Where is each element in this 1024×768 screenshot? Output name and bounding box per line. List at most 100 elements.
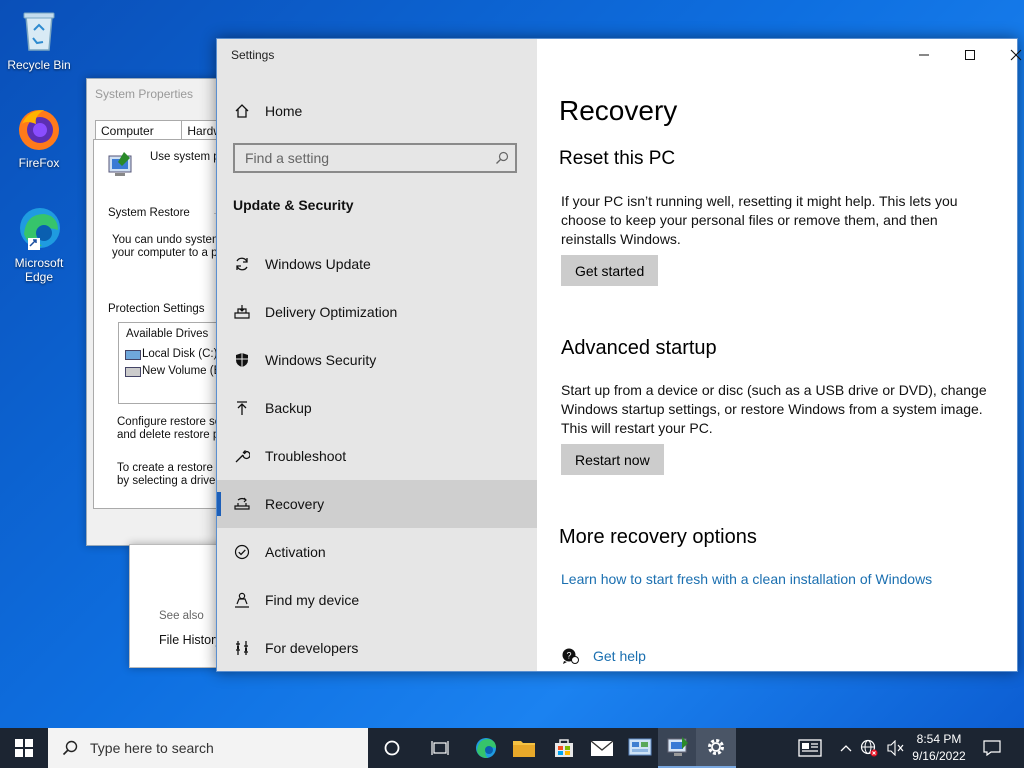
news-and-interests-button[interactable] [790,728,830,768]
desktop-icon-edge[interactable]: Microsoft Edge [1,206,77,284]
window-title: Settings [231,48,275,62]
reset-description: If your PC isn’t running well, resetting… [561,192,1001,249]
drive-icon [125,350,141,360]
firefox-icon [16,106,62,152]
nav-windows-security[interactable]: Windows Security [217,336,537,384]
nav-home-label: Home [265,103,303,119]
edge-icon [16,206,62,252]
desktop-icon-firefox[interactable]: FireFox [1,106,77,170]
more-recovery-options-heading: More recovery options [559,526,757,548]
system-protection-icon [106,150,136,180]
taskbar-search-box[interactable]: Type here to search [48,728,368,768]
undo-text-line2: your computer to a pre [112,247,228,259]
drive-c-label[interactable]: Local Disk (C:) ( [142,348,224,360]
minimize-button[interactable] [901,39,947,71]
configure-text-line2: and delete restore po [117,429,226,441]
available-drives-header: Available Drives [126,328,209,340]
task-view-button[interactable] [420,728,460,768]
recovery-content-pane: Recovery Reset this PC If your PC isn’t … [537,39,1022,671]
find-setting-search-box[interactable]: Find a setting [233,143,517,173]
help-chat-icon: ? [561,647,579,665]
taskbar-control-panel[interactable] [620,728,660,768]
start-button[interactable] [4,728,44,768]
minimize-icon [919,54,929,56]
nav-delivery-optimization[interactable]: Delivery Optimization [217,288,537,336]
desktop-icon-recycle-bin[interactable]: Recycle Bin [1,8,77,72]
system-restore-heading: System Restore [108,207,190,219]
taskbar-edge[interactable] [466,728,506,768]
cortana-button[interactable] [372,728,412,768]
nav-find-my-device[interactable]: Find my device [217,576,537,624]
maximize-button[interactable] [947,39,993,71]
get-help-link[interactable]: ? Get help [561,647,646,665]
mail-envelope-icon [590,740,614,756]
file-history-link[interactable]: File History [159,633,222,647]
nav-item-label: Delivery Optimization [265,304,398,320]
search-placeholder: Find a setting [245,150,330,166]
taskbar-file-explorer[interactable] [504,728,544,768]
nav-activation[interactable]: Activation [217,528,537,576]
get-started-button[interactable]: Get started [561,255,659,286]
reset-this-pc-heading: Reset this PC [559,148,676,169]
checkmark-circle-icon [233,543,251,561]
advanced-description-line2: Windows startup settings, or restore Win… [561,401,983,417]
window-title: System Properties [95,87,194,101]
nav-item-label: Troubleshoot [265,448,347,464]
taskbar-system-properties[interactable] [658,728,698,768]
get-help-label: Get help [593,648,646,664]
recycle-bin-icon [16,8,62,54]
advanced-description-line1: Start up from a device or disc (such as … [561,382,987,398]
clock-date: 9/16/2022 [912,749,966,763]
backup-arrow-icon [233,399,251,417]
nav-windows-update[interactable]: Windows Update [217,240,537,288]
taskbar-store[interactable] [544,728,584,768]
shield-icon [233,351,251,369]
system-properties-window[interactable]: System Properties Computer Name Hardw Us… [86,78,244,546]
taskbar-search-placeholder: Type here to search [90,740,214,756]
close-button[interactable] [993,39,1024,71]
action-center-button[interactable] [972,728,1012,768]
create-text-line2: by selecting a drive a [117,475,226,487]
drive-e-label[interactable]: New Volume (E [142,365,221,377]
cortana-circle-icon [384,740,400,756]
protection-settings-heading: Protection Settings [108,303,205,315]
reset-description-line1: If your PC isn’t running well, resetting… [561,193,958,209]
desktop-icon-label: FireFox [18,156,60,170]
see-also-label: See also [159,610,204,622]
maximize-icon [965,50,975,60]
recovery-icon [233,495,251,513]
network-globe-icon [860,739,878,757]
nav-item-label: Find my device [265,592,360,608]
desktop-icon-label: Recycle Bin [7,58,71,72]
notification-icon [983,740,1001,756]
nav-for-developers[interactable]: For developers [217,624,537,672]
restart-now-button[interactable]: Restart now [561,444,664,475]
network-button[interactable] [852,728,886,768]
nav-home[interactable]: Home [217,87,537,135]
edge-icon [476,738,496,758]
clock-time: 8:54 PM [916,732,962,746]
section-heading: Update & Security [233,197,354,213]
search-icon [62,740,78,756]
search-icon[interactable] [495,151,509,165]
folder-icon [513,741,535,757]
developer-tools-icon [233,639,251,657]
nav-recovery[interactable]: Recovery [217,480,537,528]
settings-window: Settings Home Find a setting Update & Se… [216,38,1022,672]
clock[interactable]: 8:54 PM 9/16/2022 [906,731,972,765]
taskbar: Type here to search 8:54 PM 9/16/2022 [0,728,1024,768]
undo-text-line1: You can undo system [112,234,222,246]
settings-navigation-pane: Settings Home Find a setting Update & Se… [217,39,537,671]
windows-logo-icon [15,739,33,757]
reset-description-line2: choose to keep your personal files or re… [561,212,938,228]
svg-text:?: ? [566,651,571,661]
taskbar-mail[interactable] [582,728,622,768]
advanced-startup-description: Start up from a device or disc (such as … [561,381,1001,438]
nav-item-label: Recovery [265,496,325,512]
taskbar-settings[interactable] [696,728,736,768]
nav-troubleshoot[interactable]: Troubleshoot [217,432,537,480]
sync-icon [233,255,251,273]
chevron-up-icon [840,745,852,752]
nav-backup[interactable]: Backup [217,384,537,432]
clean-installation-link[interactable]: Learn how to start fresh with a clean in… [561,571,932,587]
